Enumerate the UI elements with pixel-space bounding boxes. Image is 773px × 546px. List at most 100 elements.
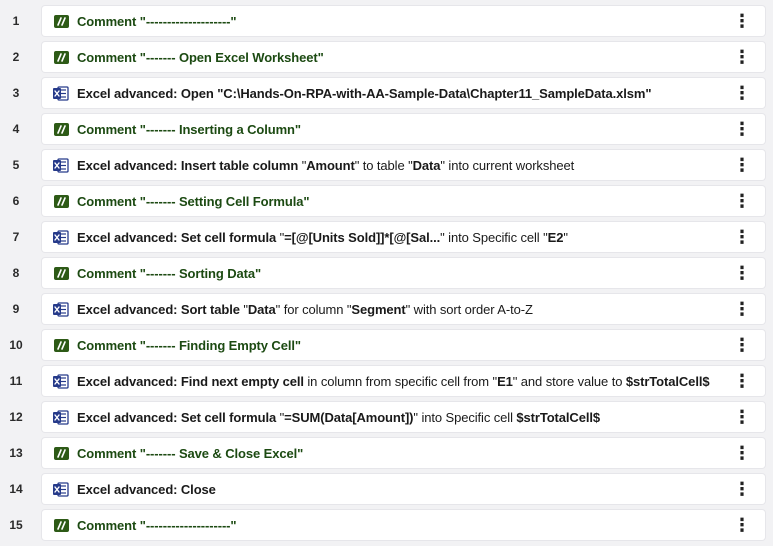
action-text-part: Comment: [77, 13, 140, 29]
action-text-part: Comment: [77, 445, 140, 461]
line-number: 3: [12, 86, 20, 100]
action-text-part: Comment: [77, 121, 140, 137]
action-card[interactable]: Comment "------- Sorting Data" ⋮: [42, 258, 765, 288]
excel-advanced-icon: [53, 229, 69, 245]
line-number: 13: [9, 446, 23, 460]
line-number: 6: [12, 194, 20, 208]
step-row-12[interactable]: 12 Excel advanced: Set cell formula "=SU…: [0, 399, 773, 435]
action-description: Excel advanced: Set cell formula "=SUM(D…: [77, 410, 731, 425]
line-number: 5: [12, 158, 20, 172]
action-description: Excel advanced: Insert table column "Amo…: [77, 158, 731, 173]
action-description: Comment "--------------------": [77, 14, 731, 29]
action-text-part: "------- Open Excel Worksheet": [139, 49, 324, 65]
action-text-part: " with sort order A-to-Z: [405, 301, 533, 317]
step-row-10[interactable]: 10 Comment "------- Finding Empty Cell" …: [0, 327, 773, 363]
action-text-part: Comment: [77, 265, 140, 281]
action-card[interactable]: Excel advanced: Set cell formula " =[@[Un…: [42, 222, 765, 252]
comment-icon: [53, 517, 69, 533]
step-menu-button[interactable]: ⋮: [731, 442, 753, 464]
action-description: Comment "------- Inserting a Column": [77, 122, 731, 137]
action-text-part: " into Specific cell ": [440, 229, 548, 245]
action-card[interactable]: Excel advanced: Find next empty cell in …: [42, 366, 765, 396]
action-description: Excel advanced: Close: [77, 482, 731, 497]
action-text-part: Excel advanced: Open: [77, 85, 218, 101]
step-row-4[interactable]: 4 Comment "------- Inserting a Column" ⋮: [0, 111, 773, 147]
step-row-5[interactable]: 5 Excel advanced: Insert table column "A…: [0, 147, 773, 183]
action-description: Comment "--------------------": [77, 518, 731, 533]
step-row-8[interactable]: 8 Comment "------- Sorting Data" ⋮: [0, 255, 773, 291]
step-menu-button[interactable]: ⋮: [731, 514, 753, 536]
step-row-13[interactable]: 13 Comment "------- Save & Close Excel" …: [0, 435, 773, 471]
action-text-part: Comment: [77, 49, 140, 65]
step-menu-button[interactable]: ⋮: [731, 118, 753, 140]
action-description: Comment "------- Save & Close Excel": [77, 446, 731, 461]
comment-icon: [53, 193, 69, 209]
step-menu-button[interactable]: ⋮: [731, 10, 753, 32]
action-card[interactable]: Comment "------- Finding Empty Cell" ⋮: [42, 330, 765, 360]
action-card[interactable]: Excel advanced: Set cell formula "=SUM(D…: [42, 402, 765, 432]
step-row-14[interactable]: 14 Excel advanced: Close ⋮: [0, 471, 773, 507]
action-text-part: Comment: [77, 193, 140, 209]
action-card[interactable]: Comment "------- Setting Cell Formula" ⋮: [42, 186, 765, 216]
step-menu-button[interactable]: ⋮: [731, 406, 753, 428]
action-text-part: Data: [247, 301, 276, 317]
action-text-part: "------- Setting Cell Formula": [139, 193, 310, 209]
action-card[interactable]: Excel advanced: Insert table column "Amo…: [42, 150, 765, 180]
excel-advanced-icon: [53, 301, 69, 317]
step-menu-button[interactable]: ⋮: [731, 478, 753, 500]
step-menu-button[interactable]: ⋮: [731, 190, 753, 212]
line-number: 1: [12, 14, 20, 28]
comment-icon: [53, 121, 69, 137]
action-card[interactable]: Comment "------- Open Excel Worksheet" ⋮: [42, 42, 765, 72]
step-row-1[interactable]: 1 Comment "--------------------" ⋮: [0, 3, 773, 39]
action-card[interactable]: Comment "------- Save & Close Excel" ⋮: [42, 438, 765, 468]
action-text-part: "--------------------": [139, 13, 237, 29]
action-card[interactable]: Comment "------- Inserting a Column" ⋮: [42, 114, 765, 144]
action-text-part: Excel advanced: Find next empty cell: [77, 373, 308, 389]
action-text-part: Comment: [77, 337, 140, 353]
action-text-part: Excel advanced: Close: [77, 481, 216, 497]
action-card[interactable]: Excel advanced: Open "C:\Hands-On-RPA-wi…: [42, 78, 765, 108]
step-row-9[interactable]: 9 Excel advanced: Sort table "Data" for …: [0, 291, 773, 327]
action-text-part: =SUM(Data[Amount]): [284, 409, 414, 425]
action-text-part: " for column ": [275, 301, 352, 317]
action-card[interactable]: Excel advanced: Close ⋮: [42, 474, 765, 504]
step-row-3[interactable]: 3 Excel advanced: Open "C:\Hands-On-RPA-…: [0, 75, 773, 111]
line-number: 2: [12, 50, 20, 64]
action-text-part: "--------------------": [139, 517, 237, 533]
excel-advanced-icon: [53, 409, 69, 425]
line-number: 7: [12, 230, 20, 244]
action-description: Comment "------- Finding Empty Cell": [77, 338, 731, 353]
action-text-part: "------- Finding Empty Cell": [139, 337, 301, 353]
line-number: 8: [12, 266, 20, 280]
action-description: Excel advanced: Open "C:\Hands-On-RPA-wi…: [77, 86, 731, 101]
action-text-part: Comment: [77, 517, 140, 533]
action-text-part: Excel advanced: Insert table column: [77, 157, 302, 173]
step-row-6[interactable]: 6 Comment "------- Setting Cell Formula"…: [0, 183, 773, 219]
step-menu-button[interactable]: ⋮: [731, 262, 753, 284]
step-row-7[interactable]: 7 Excel advanced: Set cell formula " =[@[…: [0, 219, 773, 255]
action-text-part: =[@[Units Sold]]*[@[Sal...: [284, 229, 441, 245]
step-menu-button[interactable]: ⋮: [731, 154, 753, 176]
step-row-2[interactable]: 2 Comment "------- Open Excel Worksheet"…: [0, 39, 773, 75]
action-card[interactable]: Comment "--------------------" ⋮: [42, 6, 765, 36]
step-menu-button[interactable]: ⋮: [731, 298, 753, 320]
action-text-part: " and store value to: [512, 373, 626, 389]
action-text-part: Excel advanced: Sort table: [77, 301, 244, 317]
comment-icon: [53, 49, 69, 65]
action-text-part: $strTotalCell$: [516, 409, 600, 425]
action-card[interactable]: Excel advanced: Sort table "Data" for co…: [42, 294, 765, 324]
step-row-15[interactable]: 15 Comment "--------------------" ⋮: [0, 507, 773, 543]
action-text-part: " into Specific cell: [413, 409, 517, 425]
step-menu-button[interactable]: ⋮: [731, 370, 753, 392]
step-menu-button[interactable]: ⋮: [731, 334, 753, 356]
bot-step-list: 1 Comment "--------------------" ⋮ 2 Com…: [0, 0, 773, 546]
excel-advanced-icon: [53, 373, 69, 389]
step-row-11[interactable]: 11 Excel advanced: Find next empty cell …: [0, 363, 773, 399]
step-menu-button[interactable]: ⋮: [731, 226, 753, 248]
action-card[interactable]: Comment "--------------------" ⋮: [42, 510, 765, 540]
step-menu-button[interactable]: ⋮: [731, 82, 753, 104]
step-menu-button[interactable]: ⋮: [731, 46, 753, 68]
action-text-part: Data: [412, 157, 441, 173]
action-text-part: Segment: [351, 301, 406, 317]
